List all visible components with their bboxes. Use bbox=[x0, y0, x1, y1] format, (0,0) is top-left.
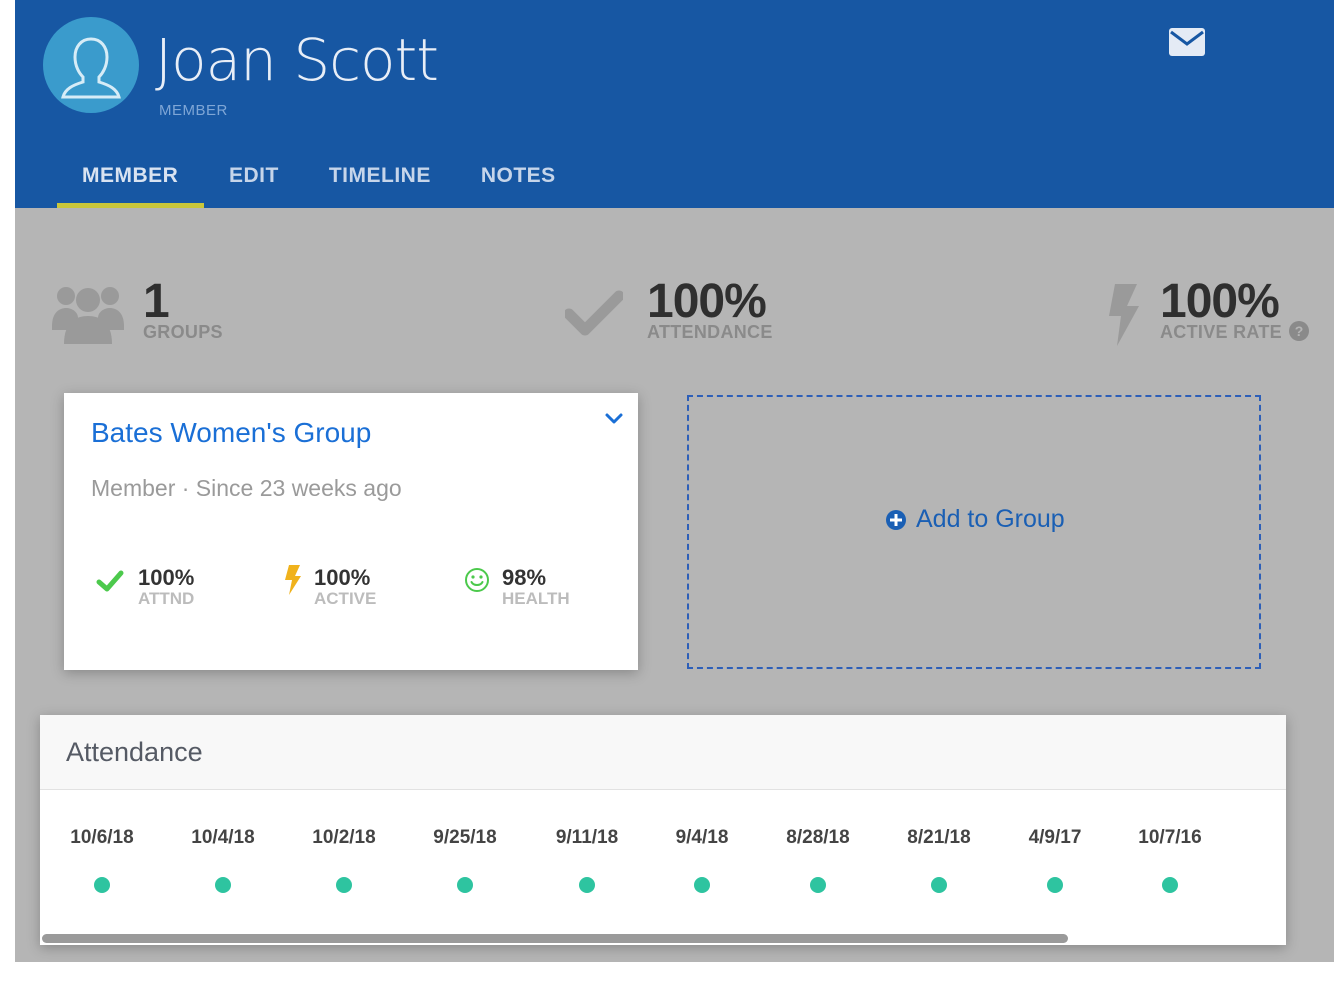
groups-label: GROUPS bbox=[143, 322, 223, 342]
profile-role: MEMBER bbox=[159, 102, 228, 119]
envelope-icon[interactable] bbox=[1169, 28, 1205, 56]
check-icon bbox=[96, 570, 124, 592]
attendance-entry: 10/6/18 bbox=[42, 791, 162, 921]
attended-dot bbox=[336, 877, 352, 893]
attendance-entry: 9/11/18 bbox=[527, 791, 647, 921]
group-title-link[interactable]: Bates Women's Group bbox=[91, 417, 371, 449]
attendance-date: 8/28/18 bbox=[786, 827, 850, 848]
tab-notes[interactable]: NOTES bbox=[456, 160, 581, 208]
attendance-date: 10/2/18 bbox=[312, 827, 376, 848]
metric-label: ATTND bbox=[138, 589, 195, 608]
attendance-header: Attendance bbox=[40, 715, 1286, 790]
stat-groups: 1 GROUPS bbox=[52, 275, 302, 356]
profile-header: Joan Scott MEMBER MEMBER EDIT TIMELINE N… bbox=[15, 0, 1334, 208]
attendance-entry: 8/21/18 bbox=[879, 791, 999, 921]
stat-attendance: 100% ATTENDANCE bbox=[565, 275, 825, 356]
svg-text:?: ? bbox=[1295, 323, 1304, 339]
attendance-date: 10/6/18 bbox=[70, 827, 134, 848]
stat-active-rate: 100% ACTIVE RATE ? bbox=[1107, 275, 1317, 356]
group-card: Bates Women's Group Member · Since 23 we… bbox=[64, 393, 638, 670]
add-to-group-label: Add to Group bbox=[916, 505, 1065, 533]
metric-label: HEALTH bbox=[502, 589, 570, 608]
attended-dot bbox=[1047, 877, 1063, 893]
profile-name: Joan Scott bbox=[155, 26, 439, 94]
metric-label: ACTIVE bbox=[314, 589, 377, 608]
attended-dot bbox=[694, 877, 710, 893]
avatar bbox=[43, 17, 139, 113]
attendance-label: ATTENDANCE bbox=[647, 322, 773, 342]
attendance-entry: 8/28/18 bbox=[758, 791, 878, 921]
tab-timeline[interactable]: TIMELINE bbox=[304, 160, 456, 208]
groups-count: 1 bbox=[143, 275, 170, 328]
active-rate-value: 100% bbox=[1160, 275, 1280, 328]
lightning-icon bbox=[1109, 284, 1139, 346]
person-icon bbox=[61, 37, 121, 99]
tab-member[interactable]: MEMBER bbox=[57, 160, 204, 208]
attendance-entry: 4/9/17 bbox=[995, 791, 1115, 921]
attended-dot bbox=[931, 877, 947, 893]
attendance-entry: 9/25/18 bbox=[405, 791, 525, 921]
tab-edit[interactable]: EDIT bbox=[204, 160, 304, 208]
attendance-entry: 10/2/18 bbox=[284, 791, 404, 921]
attended-dot bbox=[810, 877, 826, 893]
help-icon[interactable]: ? bbox=[1289, 321, 1309, 341]
plus-circle-icon bbox=[886, 509, 906, 530]
users-icon bbox=[52, 287, 124, 344]
metric-value: 100% bbox=[314, 565, 371, 590]
attendance-date: 8/21/18 bbox=[907, 827, 971, 848]
attendance-date: 10/4/18 bbox=[191, 827, 255, 848]
attendance-entry: 9/4/18 bbox=[642, 791, 762, 921]
attendance-date: 4/9/17 bbox=[1028, 827, 1082, 848]
attendance-date: 9/11/18 bbox=[555, 827, 619, 848]
attended-dot bbox=[457, 877, 473, 893]
metric-value: 100% bbox=[138, 565, 195, 590]
attendance-date: 10/7/16 bbox=[1138, 827, 1202, 848]
attendance-entry: 10/7/16 bbox=[1110, 791, 1230, 921]
attendance-title: Attendance bbox=[66, 737, 203, 767]
attendance-date: 9/4/18 bbox=[675, 827, 729, 848]
attendance-date: 9/25/18 bbox=[433, 827, 497, 848]
attended-dot bbox=[215, 877, 231, 893]
profile-tabs: MEMBER EDIT TIMELINE NOTES bbox=[57, 160, 581, 208]
add-to-group-content: Add to Group bbox=[885, 505, 1065, 534]
attendance-entry: 10/4/18 bbox=[163, 791, 283, 921]
group-membership-info: Member · Since 23 weeks ago bbox=[91, 475, 402, 501]
metric-value: 98% bbox=[502, 565, 547, 590]
attendance-panel: Attendance 10/6/18 10/4/18 10/2/18 9/25/… bbox=[40, 715, 1286, 945]
smiley-icon bbox=[465, 568, 489, 592]
active-rate-label: ACTIVE RATE bbox=[1160, 322, 1282, 342]
attended-dot bbox=[579, 877, 595, 893]
app-frame: Joan Scott MEMBER MEMBER EDIT TIMELINE N… bbox=[15, 0, 1334, 962]
add-to-group-button[interactable]: Add to Group bbox=[687, 395, 1261, 669]
attendance-value: 100% bbox=[647, 275, 767, 328]
attendance-timeline: 10/6/18 10/4/18 10/2/18 9/25/18 9/11/18 … bbox=[40, 791, 1286, 931]
horizontal-scrollbar[interactable] bbox=[42, 934, 1068, 943]
chevron-down-icon[interactable] bbox=[604, 411, 624, 427]
attended-dot bbox=[94, 877, 110, 893]
attended-dot bbox=[1162, 877, 1178, 893]
check-icon bbox=[565, 290, 623, 336]
lightning-icon bbox=[285, 565, 301, 595]
